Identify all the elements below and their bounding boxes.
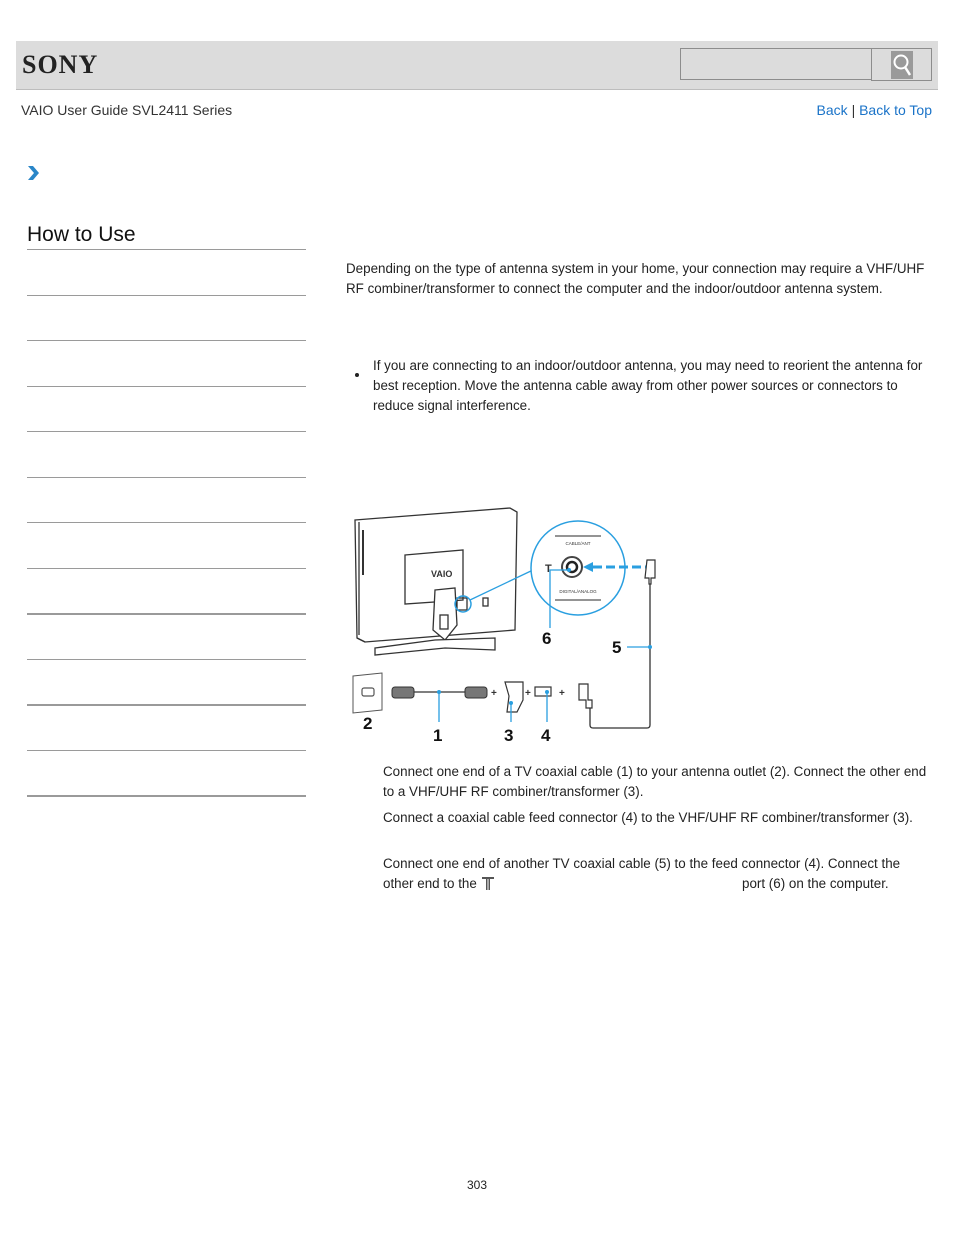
computer-illustration [354, 507, 518, 656]
chevron-right-icon[interactable] [27, 166, 40, 185]
header-bar: SONY [16, 41, 938, 90]
svg-text:+: + [491, 688, 497, 699]
sidebar-item[interactable] [27, 341, 306, 385]
sidebar-title: How to Use [27, 223, 136, 246]
top-links: Back | Back to Top [817, 102, 932, 118]
antenna-icon [481, 876, 495, 890]
sidebar-item[interactable] [27, 523, 306, 567]
svg-text:T: T [545, 563, 552, 575]
back-link[interactable]: Back [817, 102, 848, 118]
step-1: Connect one end of a TV coaxial cable (1… [383, 764, 927, 799]
search-button[interactable] [871, 48, 932, 81]
sidebar-item[interactable] [27, 706, 306, 750]
bullet-dot [355, 373, 359, 377]
sidebar-item[interactable] [27, 387, 306, 431]
intro-paragraph: Depending on the type of antenna system … [346, 261, 925, 296]
sony-logo: SONY [22, 50, 99, 79]
sidebar-item[interactable] [27, 296, 306, 340]
step-3-text-after: port (6) on the computer. [742, 876, 889, 891]
figure-label-3: 3 [504, 726, 513, 745]
step-2: Connect a coaxial cable feed connector (… [383, 810, 913, 825]
note-text: If you are connecting to an indoor/outdo… [373, 358, 923, 413]
link-separator: | [851, 102, 856, 118]
figure-label-2: 2 [363, 714, 372, 733]
sidebar-item[interactable] [27, 478, 306, 522]
sidebar-item[interactable] [27, 432, 306, 476]
step-3: Connect one end of another TV coaxial ca… [383, 854, 923, 894]
sidebar-item[interactable] [27, 569, 306, 613]
sidebar-item[interactable] [27, 615, 306, 659]
guide-title: VAIO User Guide SVL2411 Series [21, 102, 233, 118]
sidebar-item[interactable] [27, 751, 306, 795]
svg-text:+: + [559, 688, 565, 699]
vaio-mark: VAIO [431, 569, 452, 579]
page-number: 303 [466, 1178, 488, 1192]
port-bottom-label: DIGITAL/ANALOG [559, 589, 597, 594]
svg-text:+: + [525, 688, 531, 699]
figure-label-4: 4 [541, 726, 551, 745]
search-icon [890, 50, 913, 79]
back-to-top-link[interactable]: Back to Top [859, 102, 932, 118]
figure-label-1: 1 [433, 726, 442, 745]
port-top-label: CABLE/ANT [565, 541, 590, 546]
figure-label-6: 6 [542, 629, 551, 648]
search-input[interactable] [680, 48, 872, 80]
sidebar-item[interactable] [27, 660, 306, 704]
antenna-connection-diagram: VAIO CABLE/ANT DIGITAL/ANALOG T + + + 1 … [345, 500, 675, 750]
divider [27, 795, 306, 797]
sidebar-item[interactable] [27, 250, 306, 294]
figure-label-5: 5 [612, 638, 621, 657]
